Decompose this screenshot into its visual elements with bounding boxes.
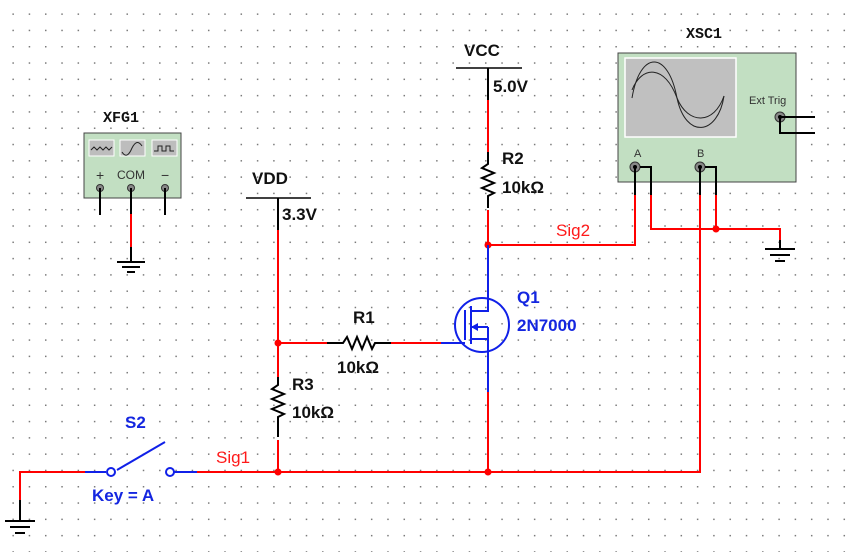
- r3-name: R3: [292, 375, 314, 394]
- vcc-value: 5.0V: [493, 77, 529, 96]
- xfg1-plus-label: +: [96, 167, 104, 183]
- mosfet-q1[interactable]: Q1 2N7000: [454, 288, 577, 353]
- wire-switch-ground[interactable]: [19, 471, 85, 500]
- r1-name: R1: [353, 308, 375, 327]
- xfg1-minus-label: −: [161, 167, 169, 183]
- junction: [712, 225, 720, 233]
- net-label-sig1: Sig1: [216, 448, 250, 467]
- s2-key: Key = A: [92, 486, 154, 505]
- function-generator-xfg1[interactable]: XFG1 + COM −: [83, 110, 182, 273]
- xfg1-label: XFG1: [103, 110, 139, 127]
- r3-value: 10kΩ: [292, 403, 334, 422]
- r1-value: 10kΩ: [337, 358, 379, 377]
- wire-sig1[interactable]: [197, 195, 701, 473]
- resistor-r1[interactable]: R1 10kΩ: [327, 308, 391, 377]
- xsc1-label: XSC1: [686, 26, 722, 43]
- channel-b-label: B: [697, 148, 704, 160]
- ext-trig-label: Ext Trig: [749, 95, 786, 107]
- s2-name: S2: [125, 413, 146, 432]
- r2-name: R2: [502, 149, 524, 168]
- square-wave-icon: [151, 139, 178, 157]
- schematic: XFG1 + COM − VCC 5.0V R2 10kΩ Sig2 Q1 2N…: [5, 26, 815, 534]
- resistor-r2[interactable]: R2 10kΩ: [479, 149, 544, 208]
- q1-model: 2N7000: [517, 316, 577, 335]
- switch-s2[interactable]: S2 Key = A: [92, 413, 175, 505]
- ground-icon: [765, 248, 795, 262]
- vdd-value: 3.3V: [282, 205, 318, 224]
- resistor-r3[interactable]: R3 10kΩ: [269, 375, 334, 437]
- oscilloscope-xsc1[interactable]: XSC1 Ext Trig A B: [617, 26, 815, 195]
- vcc-name: VCC: [464, 41, 500, 60]
- ground-icon: [5, 520, 35, 534]
- vdd-supply[interactable]: VDD 3.3V: [246, 169, 318, 230]
- q1-name: Q1: [517, 288, 540, 307]
- ground-icon: [117, 261, 145, 273]
- xfg1-com-label: COM: [117, 168, 145, 182]
- vdd-name: VDD: [252, 169, 288, 188]
- r2-value: 10kΩ: [502, 178, 544, 197]
- vcc-supply[interactable]: VCC 5.0V: [456, 41, 529, 100]
- channel-a-label: A: [634, 148, 642, 160]
- net-label-sig2: Sig2: [556, 221, 590, 240]
